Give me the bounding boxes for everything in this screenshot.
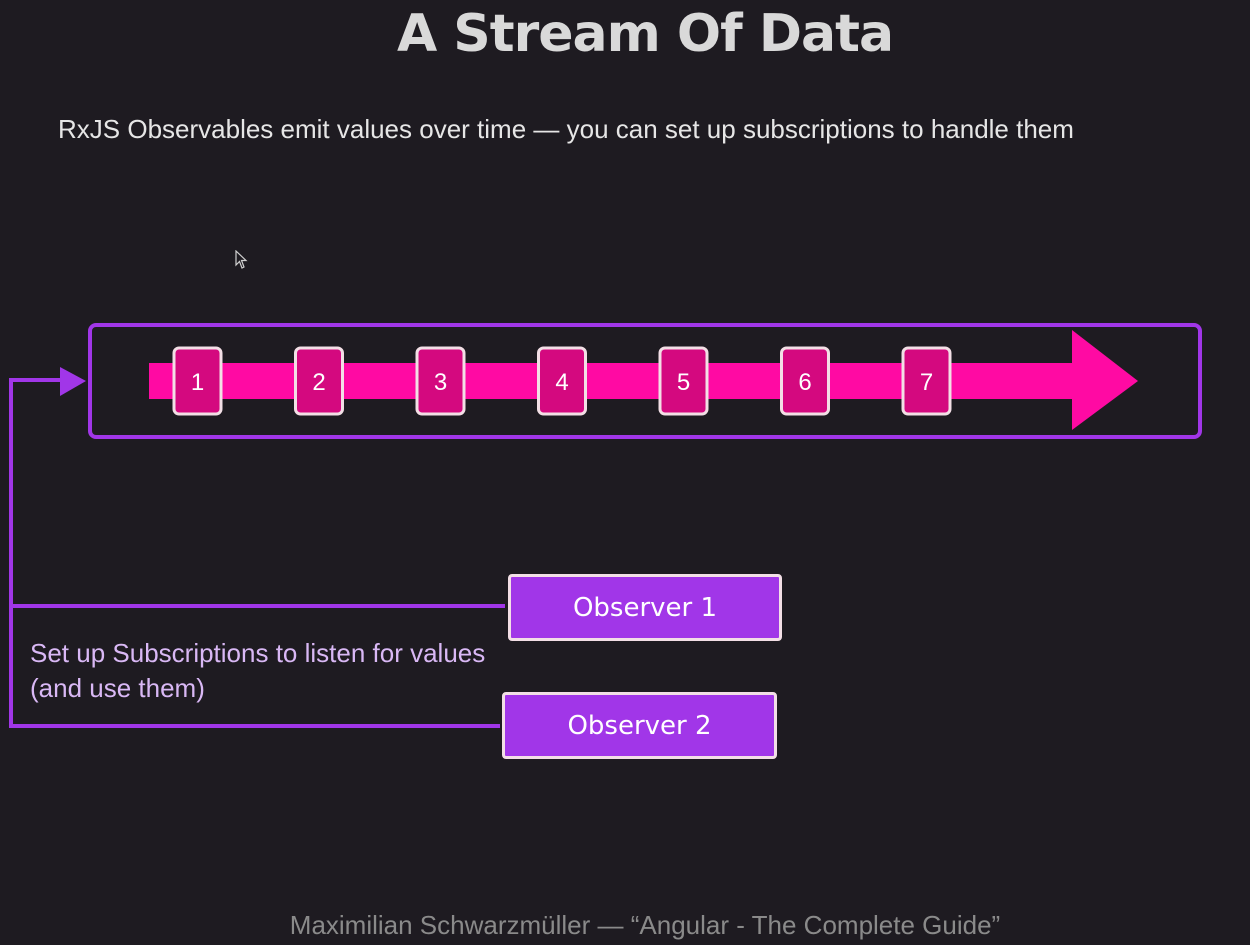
stream-value-token: 7 xyxy=(901,346,952,416)
stream-value-token: 1 xyxy=(172,346,223,416)
slide-footer: Maximilian Schwarzmüller — “Angular - Th… xyxy=(289,910,1001,940)
subscription-note: Set up Subscriptions to listen for value… xyxy=(30,638,486,703)
stream-value-token: 4 xyxy=(537,346,587,416)
stream-arrow-head xyxy=(1072,330,1138,430)
mouse-cursor-icon xyxy=(235,250,248,269)
stream-value-token: 6 xyxy=(780,346,830,416)
observer-1-box: Observer 1 xyxy=(508,574,782,641)
stream-value-label: 4 xyxy=(555,369,568,396)
stream-value-token: 3 xyxy=(415,346,466,416)
stream-value-label: 5 xyxy=(677,369,690,396)
stream-value-label: 2 xyxy=(312,369,325,396)
stream-value-token: 2 xyxy=(294,346,344,416)
stream-value-label: 1 xyxy=(191,369,204,396)
observer-2-box: Observer 2 xyxy=(502,692,777,759)
stream-value-token: 5 xyxy=(658,346,709,416)
stream-value-label: 7 xyxy=(920,369,933,396)
stream-value-label: 3 xyxy=(434,369,447,396)
subscription-arrowhead xyxy=(60,367,86,396)
stream-diagram: 1 2 3 4 5 6 7 xyxy=(9,323,1202,728)
stream-value-label: 6 xyxy=(798,369,811,396)
